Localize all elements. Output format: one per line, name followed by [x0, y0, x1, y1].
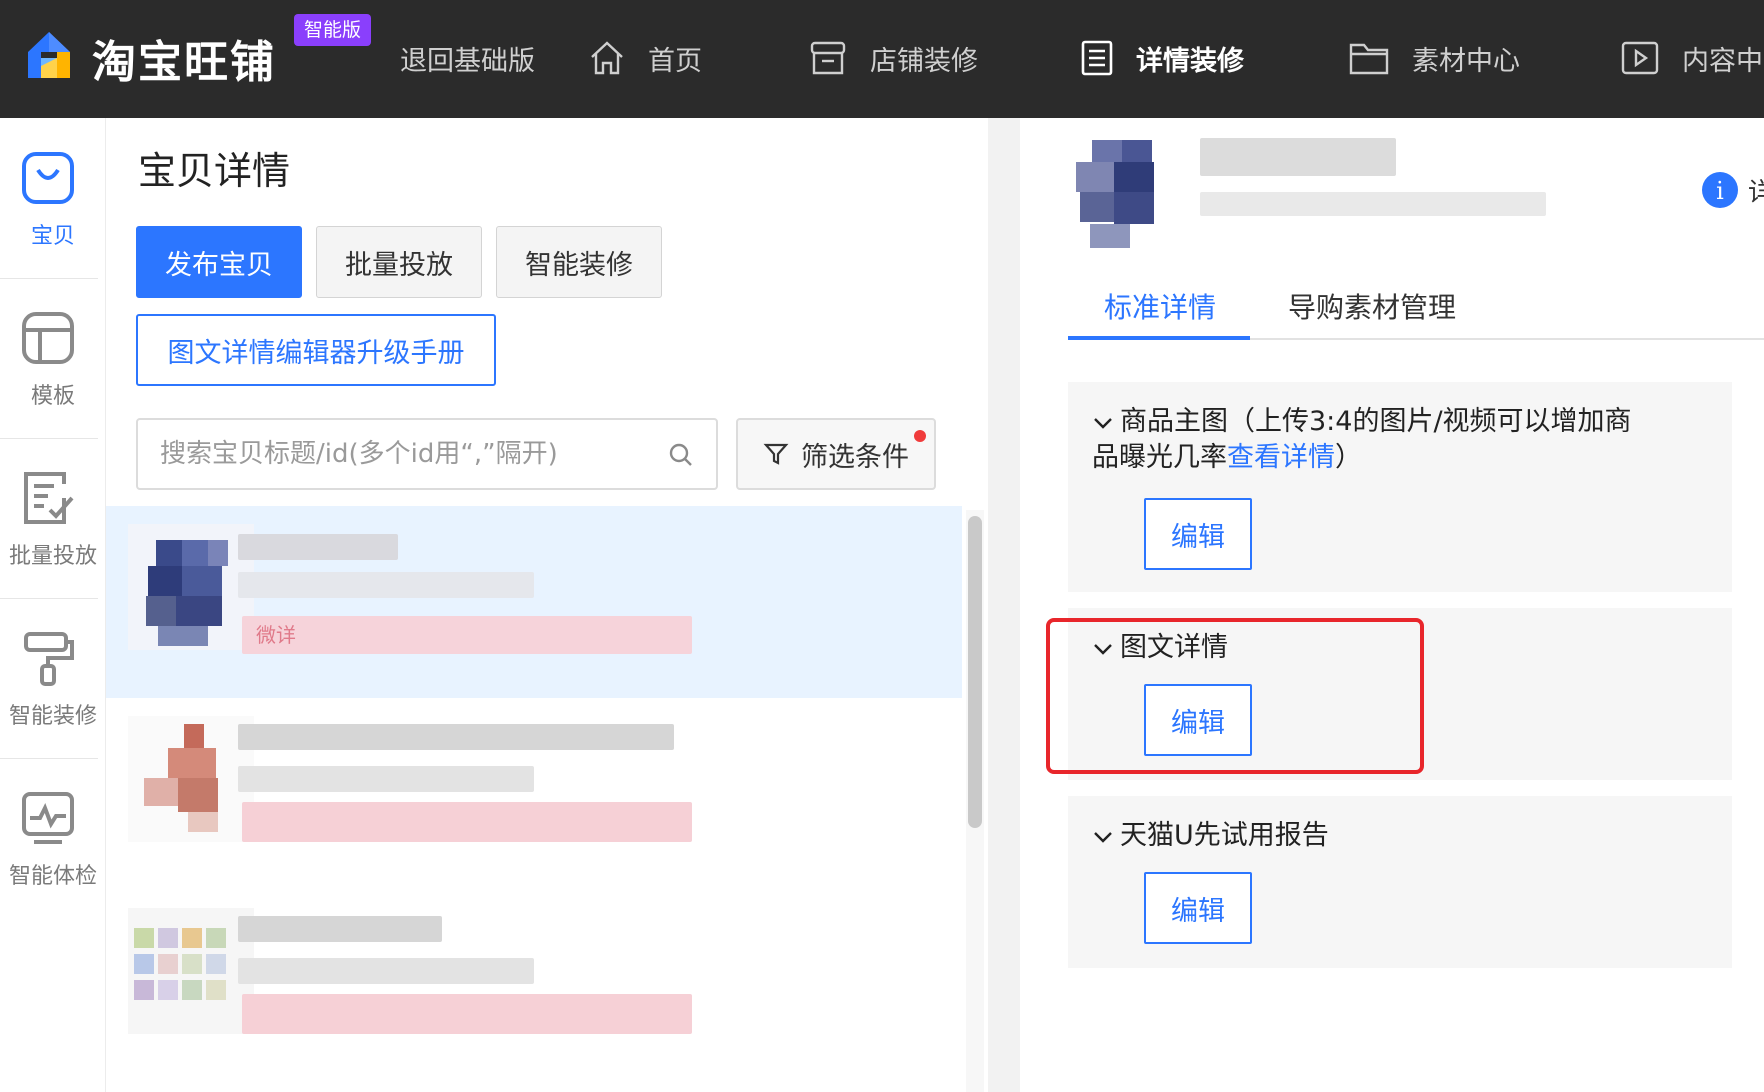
filter-button[interactable]: 筛选条件 — [736, 418, 936, 490]
detail-tabs: 标准详情 导购素材管理 — [1068, 278, 1764, 340]
list-item[interactable] — [106, 890, 962, 1082]
section-title[interactable]: 天猫U先试用报告 — [1092, 818, 1329, 854]
template-icon — [22, 312, 74, 364]
page-title: 宝贝详情 — [138, 149, 291, 193]
selected-item-thumbnail — [1076, 140, 1154, 248]
list-item[interactable] — [106, 698, 962, 890]
blurred-subtitle — [238, 958, 534, 984]
blurred-tag — [242, 994, 692, 1034]
top-navigation-bar: 淘宝旺铺 智能版 退回基础版 首页 店铺装修 详情装修 素材中心 内容中 — [0, 0, 1764, 118]
blurred-subtitle — [238, 572, 534, 598]
nav-home[interactable]: 首页 — [588, 38, 702, 78]
rail-label: 宝贝 — [30, 224, 75, 249]
rail-item-templates[interactable]: 模板 — [0, 278, 106, 438]
rail-label: 智能体检 — [8, 864, 97, 889]
nav-label: 详情装修 — [1136, 45, 1244, 77]
store-icon — [810, 41, 846, 75]
active-tab-indicator — [1068, 336, 1250, 340]
edition-badge: 智能版 — [294, 14, 372, 46]
blurred-title — [238, 916, 442, 942]
blurred-subtitle — [238, 766, 534, 792]
rail-item-smart-decoration[interactable]: 智能装修 — [0, 598, 106, 758]
home-icon — [591, 41, 623, 75]
filter-icon — [763, 443, 789, 465]
batch-publish-button[interactable]: 批量投放 — [316, 226, 482, 298]
list-item[interactable]: 微详 — [106, 506, 962, 698]
taobao-store-logo[interactable] — [26, 30, 72, 80]
smart-decoration-button[interactable]: 智能装修 — [496, 226, 662, 298]
edit-trial-report-button[interactable]: 编辑 — [1144, 872, 1252, 944]
search-box — [136, 418, 718, 490]
item-list-panel: 宝贝详情 发布宝贝 批量投放 智能装修 图文详情编辑器升级手册 筛选条件 — [106, 118, 988, 1092]
tab-standard-detail[interactable]: 标准详情 — [1104, 286, 1216, 326]
nav-label: 首页 — [648, 45, 702, 77]
nav-label: 退回基础版 — [400, 45, 535, 77]
folder-icon — [1349, 43, 1389, 75]
bag-icon — [22, 152, 74, 204]
nav-material-center[interactable]: 素材中心 — [1348, 38, 1520, 78]
blurred-item-id — [1200, 192, 1546, 216]
info-text: 详 — [1748, 178, 1764, 208]
blurred-tag — [242, 802, 692, 842]
search-icon[interactable] — [668, 442, 694, 468]
chevron-down-icon — [1094, 417, 1112, 429]
edit-main-images-button[interactable]: 编辑 — [1144, 498, 1252, 570]
document-list-icon — [1081, 40, 1113, 76]
video-play-icon — [1621, 41, 1659, 75]
rail-label: 智能装修 — [8, 704, 97, 729]
nav-store-decoration[interactable]: 店铺装修 — [808, 38, 978, 78]
tab-shopping-material[interactable]: 导购素材管理 — [1288, 286, 1456, 326]
section-main-images: 商品主图（上传3:4的图片/视频可以增加商 品曝光几率查看详情） 编辑 — [1068, 382, 1732, 592]
item-thumbnail — [128, 908, 254, 1034]
search-input[interactable] — [160, 434, 660, 474]
rail-item-smart-checkup[interactable]: 智能体检 — [0, 758, 106, 918]
publish-item-button[interactable]: 发布宝贝 — [136, 226, 302, 298]
rail-item-items[interactable]: 宝贝 — [0, 118, 106, 278]
blurred-title — [238, 724, 674, 750]
section-trial-report: 天猫U先试用报告 编辑 — [1068, 796, 1732, 968]
rail-label: 批量投放 — [8, 544, 97, 569]
item-thumbnail — [128, 524, 254, 650]
nav-content-center[interactable]: 内容中 — [1620, 38, 1763, 78]
batch-edit-icon — [24, 472, 74, 524]
blurred-title — [238, 534, 398, 560]
nav-label: 素材中心 — [1412, 45, 1520, 77]
filter-indicator-dot — [914, 430, 926, 442]
paint-roller-icon — [24, 632, 74, 686]
detail-panel: i 详 标准详情 导购素材管理 商品主图（上传3:4的图片/视频可以增加商 品曝… — [1020, 118, 1764, 1092]
item-list: 微详 — [106, 506, 962, 1092]
nav-label: 店铺装修 — [870, 45, 978, 77]
item-thumbnail — [128, 716, 254, 842]
list-scrollbar-thumb[interactable] — [968, 516, 982, 828]
filter-label: 筛选条件 — [801, 441, 909, 473]
chevron-down-icon — [1094, 831, 1112, 843]
highlight-annotation-box — [1046, 618, 1424, 774]
nav-back-to-basic[interactable]: 退回基础版 — [400, 38, 535, 78]
blurred-item-title — [1200, 138, 1396, 176]
brand-name: 淘宝旺铺 — [92, 37, 276, 88]
rail-label: 模板 — [30, 384, 75, 409]
rail-item-batch-publish[interactable]: 批量投放 — [0, 438, 106, 598]
left-icon-rail: 宝贝 模板 批量投放 智能装修 智能体检 — [0, 118, 106, 1092]
panel-divider — [988, 118, 1020, 1092]
editor-upgrade-manual-button[interactable]: 图文详情编辑器升级手册 — [136, 314, 496, 386]
section-title[interactable]: 商品主图（上传3:4的图片/视频可以增加商 品曝光几率查看详情） — [1092, 404, 1712, 476]
item-tag: 微详 — [242, 616, 692, 654]
nav-detail-decoration[interactable]: 详情装修 — [1080, 38, 1244, 78]
view-details-link[interactable]: 查看详情 — [1227, 442, 1335, 473]
nav-label: 内容中 — [1682, 45, 1763, 77]
info-icon-glyph: i — [1716, 177, 1724, 205]
info-icon[interactable]: i — [1700, 170, 1740, 214]
monitor-pulse-icon — [22, 792, 74, 844]
